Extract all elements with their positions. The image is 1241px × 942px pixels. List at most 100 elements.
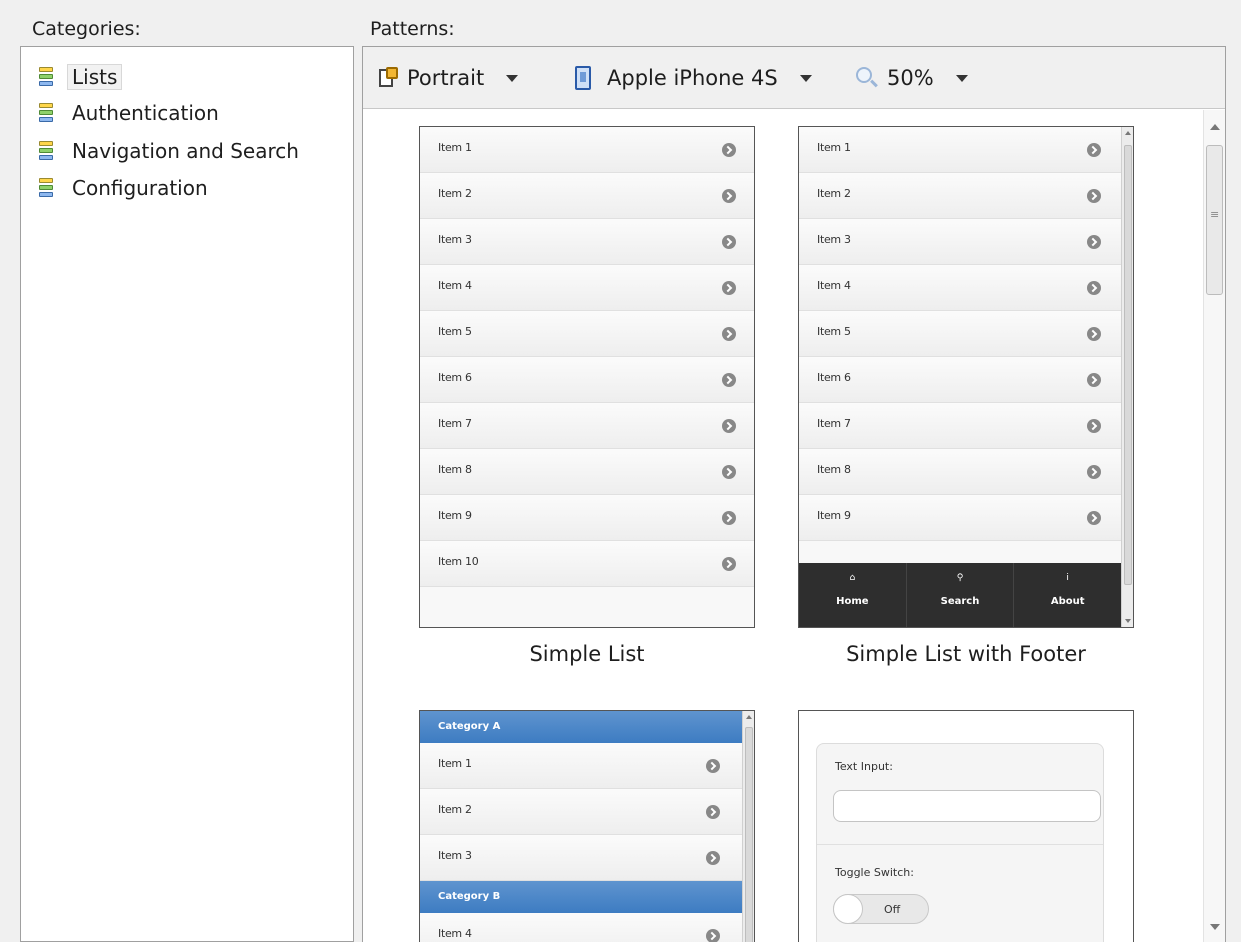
toggle-switch[interactable]: Off <box>833 894 929 924</box>
list-item[interactable]: Item 3 <box>799 219 1121 265</box>
scroll-down-arrow-icon[interactable] <box>1125 619 1131 623</box>
categories-panel: Lists Authentication Navigation and Sear… <box>20 46 354 942</box>
list-item[interactable]: Item 8 <box>420 449 754 495</box>
orientation-value: Portrait <box>407 66 485 90</box>
list-item[interactable]: Item 1 <box>420 743 742 789</box>
list-item[interactable]: Item 1 <box>420 127 754 173</box>
preview-scrollbar[interactable] <box>1121 127 1133 627</box>
device-dropdown[interactable]: Apple iPhone 4S <box>575 61 812 95</box>
category-item-authentication[interactable]: Authentication <box>38 97 219 129</box>
preview-scrollbar-thumb[interactable] <box>1124 145 1132 585</box>
list-item[interactable]: Item 2 <box>420 173 754 219</box>
tab-label: Home <box>836 596 869 607</box>
scroll-up-arrow-icon[interactable] <box>1210 124 1220 130</box>
chevron-right-icon <box>722 511 736 525</box>
chevron-right-icon <box>1087 373 1101 387</box>
chevron-right-icon <box>1087 511 1101 525</box>
patterns-scrollbar[interactable] <box>1203 110 1225 942</box>
zoom-value: 50% <box>887 66 934 90</box>
list-item-label: Item 2 <box>817 187 851 200</box>
list-item[interactable]: Item 6 <box>420 357 754 403</box>
device-value: Apple iPhone 4S <box>607 66 778 90</box>
list-item-label: Item 9 <box>438 509 472 522</box>
chevron-right-icon <box>706 805 720 819</box>
list-item[interactable]: Item 10 <box>420 541 754 587</box>
list-item[interactable]: Item 5 <box>799 311 1121 357</box>
category-item-lists[interactable]: Lists <box>38 61 123 93</box>
category-header-label: Category A <box>438 721 501 732</box>
scroll-up-arrow-icon[interactable] <box>1125 131 1131 135</box>
list-item[interactable]: Item 1 <box>799 127 1121 173</box>
toggle-value: Off <box>884 903 901 916</box>
list-item[interactable]: Item 4 <box>799 265 1121 311</box>
pattern-preview-grouped-list[interactable]: Category A Item 1 Item 2 Item 3 Category B It… <box>419 710 755 942</box>
chevron-right-icon <box>1087 419 1101 433</box>
chevron-down-icon <box>799 74 812 82</box>
category-label: Navigation and Search <box>72 139 299 163</box>
pattern-preview-simple-list[interactable]: Item 1 Item 2 Item 3 Item 4 Item 5 Item 6 Item… <box>419 126 755 628</box>
pattern-preview-form[interactable]: Text Input: Toggle Switch: Off <box>798 710 1134 942</box>
category-label: Authentication <box>72 101 219 125</box>
chevron-right-icon <box>706 929 720 942</box>
category-item-navigation-and-search[interactable]: Navigation and Search <box>38 135 299 167</box>
list-category-icon <box>38 66 54 88</box>
info-icon: i <box>1066 573 1069 583</box>
list-item[interactable]: Item 2 <box>420 789 742 835</box>
preview-scrollbar-thumb[interactable] <box>745 727 753 942</box>
list-item[interactable]: Item 5 <box>420 311 754 357</box>
list-item[interactable]: Item 9 <box>420 495 754 541</box>
list-item-label: Item 5 <box>817 325 851 338</box>
pattern-caption: Simple List <box>529 642 645 666</box>
list-item[interactable]: Item 2 <box>799 173 1121 219</box>
list-item-label: Item 5 <box>438 325 472 338</box>
toggle-switch-label: Toggle Switch: <box>835 866 914 879</box>
tab-home[interactable]: ⌂ Home <box>799 563 907 627</box>
chevron-right-icon <box>1087 327 1101 341</box>
home-icon: ⌂ <box>849 573 856 583</box>
categories-label: Categories: <box>32 18 141 40</box>
list-item[interactable]: Item 3 <box>420 835 742 881</box>
category-header: Category A <box>420 711 742 743</box>
chevron-right-icon <box>722 373 736 387</box>
list-item-label: Item 1 <box>438 757 472 770</box>
category-label: Configuration <box>72 176 208 200</box>
preview-toolbar: Portrait Apple iPhone 4S 50% <box>363 47 1225 109</box>
chevron-right-icon <box>722 465 736 479</box>
patterns-gallery: Item 1 Item 2 Item 3 Item 4 Item 5 Item 6 Item… <box>363 110 1203 942</box>
tab-label: Search <box>940 596 980 607</box>
pattern-caption: Simple List with Footer <box>846 642 1086 666</box>
orientation-dropdown[interactable]: Portrait <box>377 61 519 95</box>
chevron-right-icon <box>1087 281 1101 295</box>
list-item-label: Item 3 <box>438 233 472 246</box>
category-label: Lists <box>67 64 123 90</box>
list-item[interactable]: Item 9 <box>799 495 1121 541</box>
scroll-up-arrow-icon[interactable] <box>746 715 752 719</box>
list-item[interactable]: Item 6 <box>799 357 1121 403</box>
chevron-right-icon <box>722 419 736 433</box>
list-item-label: Item 9 <box>817 509 851 522</box>
preview-scrollbar[interactable] <box>742 711 754 942</box>
chevron-right-icon <box>1087 465 1101 479</box>
scrollbar-thumb[interactable] <box>1206 145 1223 295</box>
list-item[interactable]: Item 7 <box>799 403 1121 449</box>
scroll-down-arrow-icon[interactable] <box>1210 924 1220 930</box>
portrait-orientation-icon <box>377 66 401 90</box>
zoom-dropdown[interactable]: 50% <box>855 61 968 95</box>
category-item-configuration[interactable]: Configuration <box>38 172 208 204</box>
pattern-preview-simple-list-with-footer[interactable]: Item 1 Item 2 Item 3 Item 4 Item 5 Item 6 Item… <box>798 126 1134 628</box>
list-item-label: Item 6 <box>438 371 472 384</box>
text-input-field[interactable] <box>833 790 1101 822</box>
list-item[interactable]: Item 3 <box>420 219 754 265</box>
list-item[interactable]: Item 8 <box>799 449 1121 495</box>
tab-about[interactable]: i About <box>1014 563 1121 627</box>
list-item-label: Item 10 <box>438 555 479 568</box>
category-header: Category B <box>420 881 742 913</box>
list-item-label: Item 6 <box>817 371 851 384</box>
tab-search[interactable]: ⚲ Search <box>907 563 1015 627</box>
patterns-panel: Portrait Apple iPhone 4S 50% Item 1 Item … <box>362 46 1226 942</box>
list-item[interactable]: Item 7 <box>420 403 754 449</box>
tab-label: About <box>1050 596 1085 607</box>
list-item[interactable]: Item 4 <box>420 265 754 311</box>
list-item-label: Item 1 <box>817 141 851 154</box>
list-item[interactable]: Item 4 <box>420 913 742 942</box>
